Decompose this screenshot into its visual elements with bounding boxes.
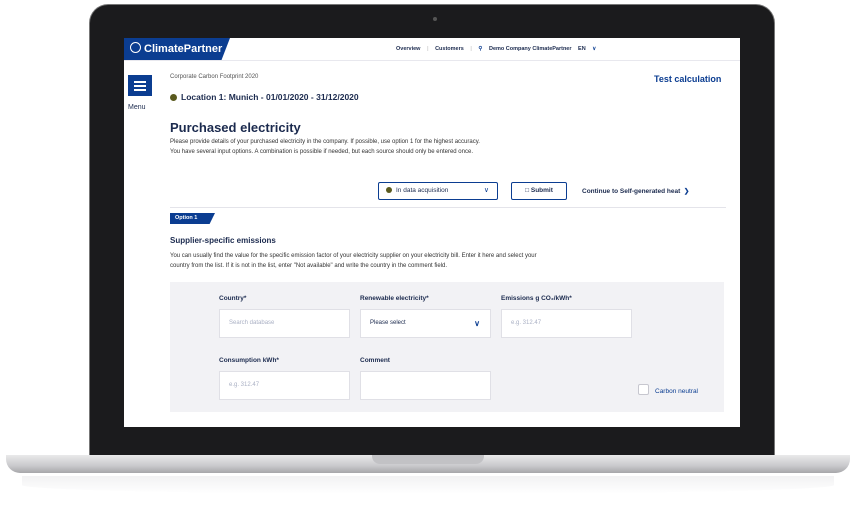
continue-link[interactable]: Continue to Self-generated heat ❯ [582,187,689,195]
submit-button[interactable]: □ Submit [511,182,567,200]
chevron-down-icon[interactable]: ∨ [592,46,596,52]
status-dot [170,94,177,101]
comment-label: Comment [360,357,390,364]
carbon-neutral-checkbox[interactable] [638,384,649,395]
form-panel: Country* Search database Renewable elect… [170,282,724,412]
page-title: Purchased electricity [170,120,301,135]
divider [170,207,726,208]
brand-name: ClimatePartner [144,43,223,55]
comment-input[interactable] [360,371,491,400]
status-dot [386,187,392,193]
submit-icon: □ [525,187,530,194]
hamburger-icon [134,85,146,87]
emissions-input[interactable]: e.g. 312.47 [501,309,632,338]
country-search-input[interactable]: Search database [219,309,350,338]
nav-user[interactable]: Demo Company ClimatePartner [489,46,572,52]
menu-button[interactable] [128,75,152,96]
laptop-reflection [22,476,834,494]
submit-label: Submit [530,187,553,194]
logo-icon [130,42,141,53]
section-description: Please provide details of your purchased… [170,139,480,145]
consumption-input[interactable]: e.g. 312.47 [219,371,350,400]
chevron-down-icon: ∨ [483,187,489,194]
chevron-down-icon: ∨ [474,319,480,328]
renewable-value: Please select [370,320,406,326]
top-nav: Overview | Customers | ⚲ Demo Company Cl… [396,38,601,60]
camera-dot [433,17,437,21]
nav-separator: | [470,46,472,52]
country-label: Country* [219,295,247,302]
nav-separator: | [427,46,429,52]
chevron-right-icon: ❯ [683,188,690,195]
user-icon: ⚲ [478,46,483,52]
emissions-label: Emissions g CO₂/kWh* [501,295,572,302]
location-heading: Location 1: Munich - 01/01/2020 - 31/12/… [170,92,359,102]
location-label: Location 1: Munich - 01/01/2020 - 31/12/… [181,92,359,102]
hamburger-icon [134,81,146,83]
test-calculation-link[interactable]: Test calculation [654,74,721,84]
renewable-label: Renewable electricity* [360,295,429,302]
nav-customers[interactable]: Customers [435,46,464,52]
status-value: In data acquisition [396,187,449,194]
top-bar: ClimatePartner Overview | Customers | ⚲ … [124,38,740,61]
menu-label: Menu [128,104,146,111]
carbon-neutral-option[interactable]: Carbon neutral [638,384,698,395]
carbon-neutral-label: Carbon neutral [655,388,698,395]
app-screen: ClimatePartner Overview | Customers | ⚲ … [124,38,740,427]
option-description: country from the list. If it is not in t… [170,263,448,269]
option-tag: Option 1 [170,213,215,224]
nav-overview[interactable]: Overview [396,46,420,52]
hamburger-icon [134,89,146,91]
language-switch[interactable]: EN [578,46,586,52]
consumption-label: Consumption kWh* [219,357,279,364]
renewable-select[interactable]: Please select ∨ [360,309,491,338]
breadcrumb[interactable]: Corporate Carbon Footprint 2020 [170,74,258,80]
continue-label: Continue to Self-generated heat [582,188,681,195]
section-description: You have several input options. A combin… [170,149,473,155]
option-description: You can usually find the value for the s… [170,253,537,259]
status-dropdown[interactable]: In data acquisition ∨ [378,182,498,200]
laptop-notch [372,455,484,464]
brand-logo[interactable]: ClimatePartner [124,38,230,60]
option-title: Supplier-specific emissions [170,236,276,245]
